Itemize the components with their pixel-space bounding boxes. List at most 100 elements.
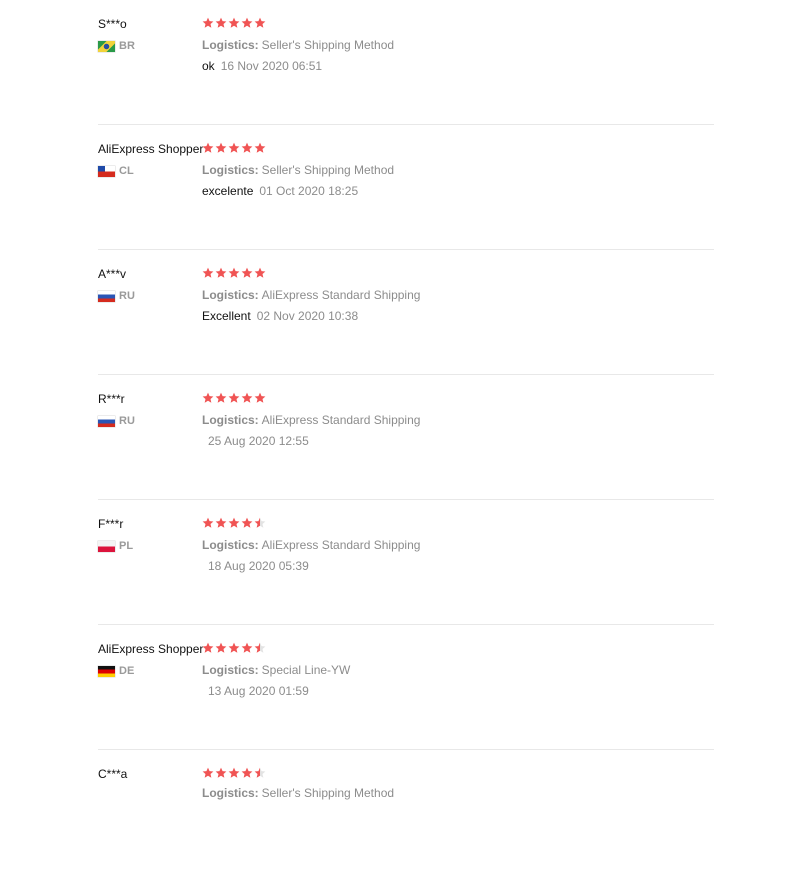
- star-full-icon: [254, 392, 266, 403]
- review-feedback: 25 Aug 2020 12:55: [202, 434, 309, 448]
- star-full-icon: [202, 267, 214, 278]
- shipping-method: Seller's Shipping Method: [261, 786, 395, 800]
- review-item: C***a Logistics: Seller's Shipping Method: [0, 750, 800, 875]
- review-list: S***o BR Logistics: Seller's Shipping Metho…: [0, 0, 800, 800]
- shipping-method: Seller's Shipping Method: [261, 38, 395, 52]
- star-rating: [202, 267, 266, 279]
- star-full-icon: [228, 767, 240, 778]
- star-full-icon: [215, 517, 227, 528]
- germany-flag-icon: [98, 665, 115, 677]
- star-half-icon: [254, 767, 266, 778]
- reviewer-name: AliExpress Shopper: [98, 142, 204, 156]
- logistics-info: Logistics: Seller's Shipping Method: [202, 786, 394, 800]
- logistics-info: Logistics: Special Line-YW: [202, 663, 350, 677]
- logistics-label: Logistics:: [202, 413, 259, 427]
- star-rating: [202, 142, 266, 154]
- review-item: R***r RU Logistics: AliExpress Standard Shi…: [0, 375, 800, 500]
- reviewer-country: CL: [98, 163, 134, 179]
- chile-flag-icon: [98, 165, 115, 177]
- country-code: PL: [119, 540, 134, 552]
- country-code: RU: [119, 290, 135, 302]
- logistics-label: Logistics:: [202, 38, 259, 52]
- reviewer-country: PL: [98, 538, 133, 554]
- review-feedback: 18 Aug 2020 05:39: [202, 559, 309, 573]
- reviewer-country: RU: [98, 288, 135, 304]
- star-full-icon: [241, 767, 253, 778]
- star-rating: [202, 17, 266, 29]
- country-code: DE: [119, 665, 135, 677]
- star-full-icon: [228, 267, 240, 278]
- star-full-icon: [254, 17, 266, 28]
- star-rating: [202, 642, 266, 654]
- review-item: A***v RU Logistics: AliExpress Standard Shi…: [0, 250, 800, 375]
- reviewer-name: A***v: [98, 267, 127, 281]
- reviewer-country: BR: [98, 38, 135, 54]
- reviewer-country: DE: [98, 663, 134, 679]
- review-feedback: 13 Aug 2020 01:59: [202, 684, 309, 698]
- logistics-info: Logistics: AliExpress Standard Shipping: [202, 538, 420, 552]
- shipping-method: AliExpress Standard Shipping: [261, 288, 421, 302]
- logistics-label: Logistics:: [202, 786, 259, 800]
- review-item: AliExpress Shopper DE Logistics: Special Li…: [0, 625, 800, 750]
- star-rating: [202, 767, 266, 779]
- star-full-icon: [228, 642, 240, 653]
- review-date: 13 Aug 2020 01:59: [208, 684, 309, 698]
- star-full-icon: [241, 17, 253, 28]
- shipping-method: AliExpress Standard Shipping: [261, 538, 421, 552]
- star-full-icon: [241, 642, 253, 653]
- brazil-flag-icon: [98, 40, 115, 52]
- review-date: 25 Aug 2020 12:55: [208, 434, 309, 448]
- star-full-icon: [241, 142, 253, 153]
- logistics-info: Logistics: AliExpress Standard Shipping: [202, 413, 420, 427]
- country-code: CL: [119, 165, 134, 177]
- star-full-icon: [215, 17, 227, 28]
- reviewer-name: AliExpress Shopper: [98, 642, 204, 656]
- star-full-icon: [241, 392, 253, 403]
- review-comment: Excellent: [202, 309, 251, 323]
- star-full-icon: [202, 767, 214, 778]
- star-full-icon: [215, 767, 227, 778]
- russia-flag-icon: [98, 415, 115, 427]
- star-full-icon: [254, 142, 266, 153]
- review-item: AliExpress Shopper CL Logistics: Seller's S…: [0, 125, 800, 250]
- star-full-icon: [228, 142, 240, 153]
- review-date: 16 Nov 2020 06:51: [220, 59, 323, 73]
- review-feedback: ok 16 Nov 2020 06:51: [202, 59, 322, 73]
- star-full-icon: [202, 517, 214, 528]
- review-comment: ok: [202, 59, 215, 73]
- star-full-icon: [228, 17, 240, 28]
- review-date: 02 Nov 2020 10:38: [256, 309, 359, 323]
- star-rating: [202, 392, 266, 404]
- poland-flag-icon: [98, 540, 115, 552]
- country-code: RU: [119, 415, 135, 427]
- logistics-info: Logistics: Seller's Shipping Method: [202, 38, 394, 52]
- star-full-icon: [241, 267, 253, 278]
- review-feedback: excelente 01 Oct 2020 18:25: [202, 184, 358, 198]
- star-full-icon: [228, 517, 240, 528]
- shipping-method: AliExpress Standard Shipping: [261, 413, 421, 427]
- star-half-icon: [254, 642, 266, 653]
- star-full-icon: [202, 642, 214, 653]
- reviewer-name: C***a: [98, 767, 128, 781]
- logistics-label: Logistics:: [202, 538, 259, 552]
- star-full-icon: [215, 392, 227, 403]
- star-rating: [202, 517, 266, 529]
- star-full-icon: [215, 642, 227, 653]
- russia-flag-icon: [98, 290, 115, 302]
- logistics-label: Logistics:: [202, 663, 259, 677]
- star-full-icon: [202, 142, 214, 153]
- star-full-icon: [215, 267, 227, 278]
- reviewer-name: R***r: [98, 392, 125, 406]
- reviewer-name: F***r: [98, 517, 124, 531]
- star-full-icon: [254, 267, 266, 278]
- review-item: S***o BR Logistics: Seller's Shipping Metho…: [0, 0, 800, 125]
- review-comment: excelente: [202, 184, 254, 198]
- logistics-info: Logistics: Seller's Shipping Method: [202, 163, 394, 177]
- logistics-label: Logistics:: [202, 288, 259, 302]
- star-full-icon: [228, 392, 240, 403]
- shipping-method: Seller's Shipping Method: [261, 163, 395, 177]
- reviewer-name: S***o: [98, 17, 127, 31]
- star-half-icon: [254, 517, 266, 528]
- logistics-info: Logistics: AliExpress Standard Shipping: [202, 288, 420, 302]
- review-item: F***r PL Logistics: AliExpress Standard Shi…: [0, 500, 800, 625]
